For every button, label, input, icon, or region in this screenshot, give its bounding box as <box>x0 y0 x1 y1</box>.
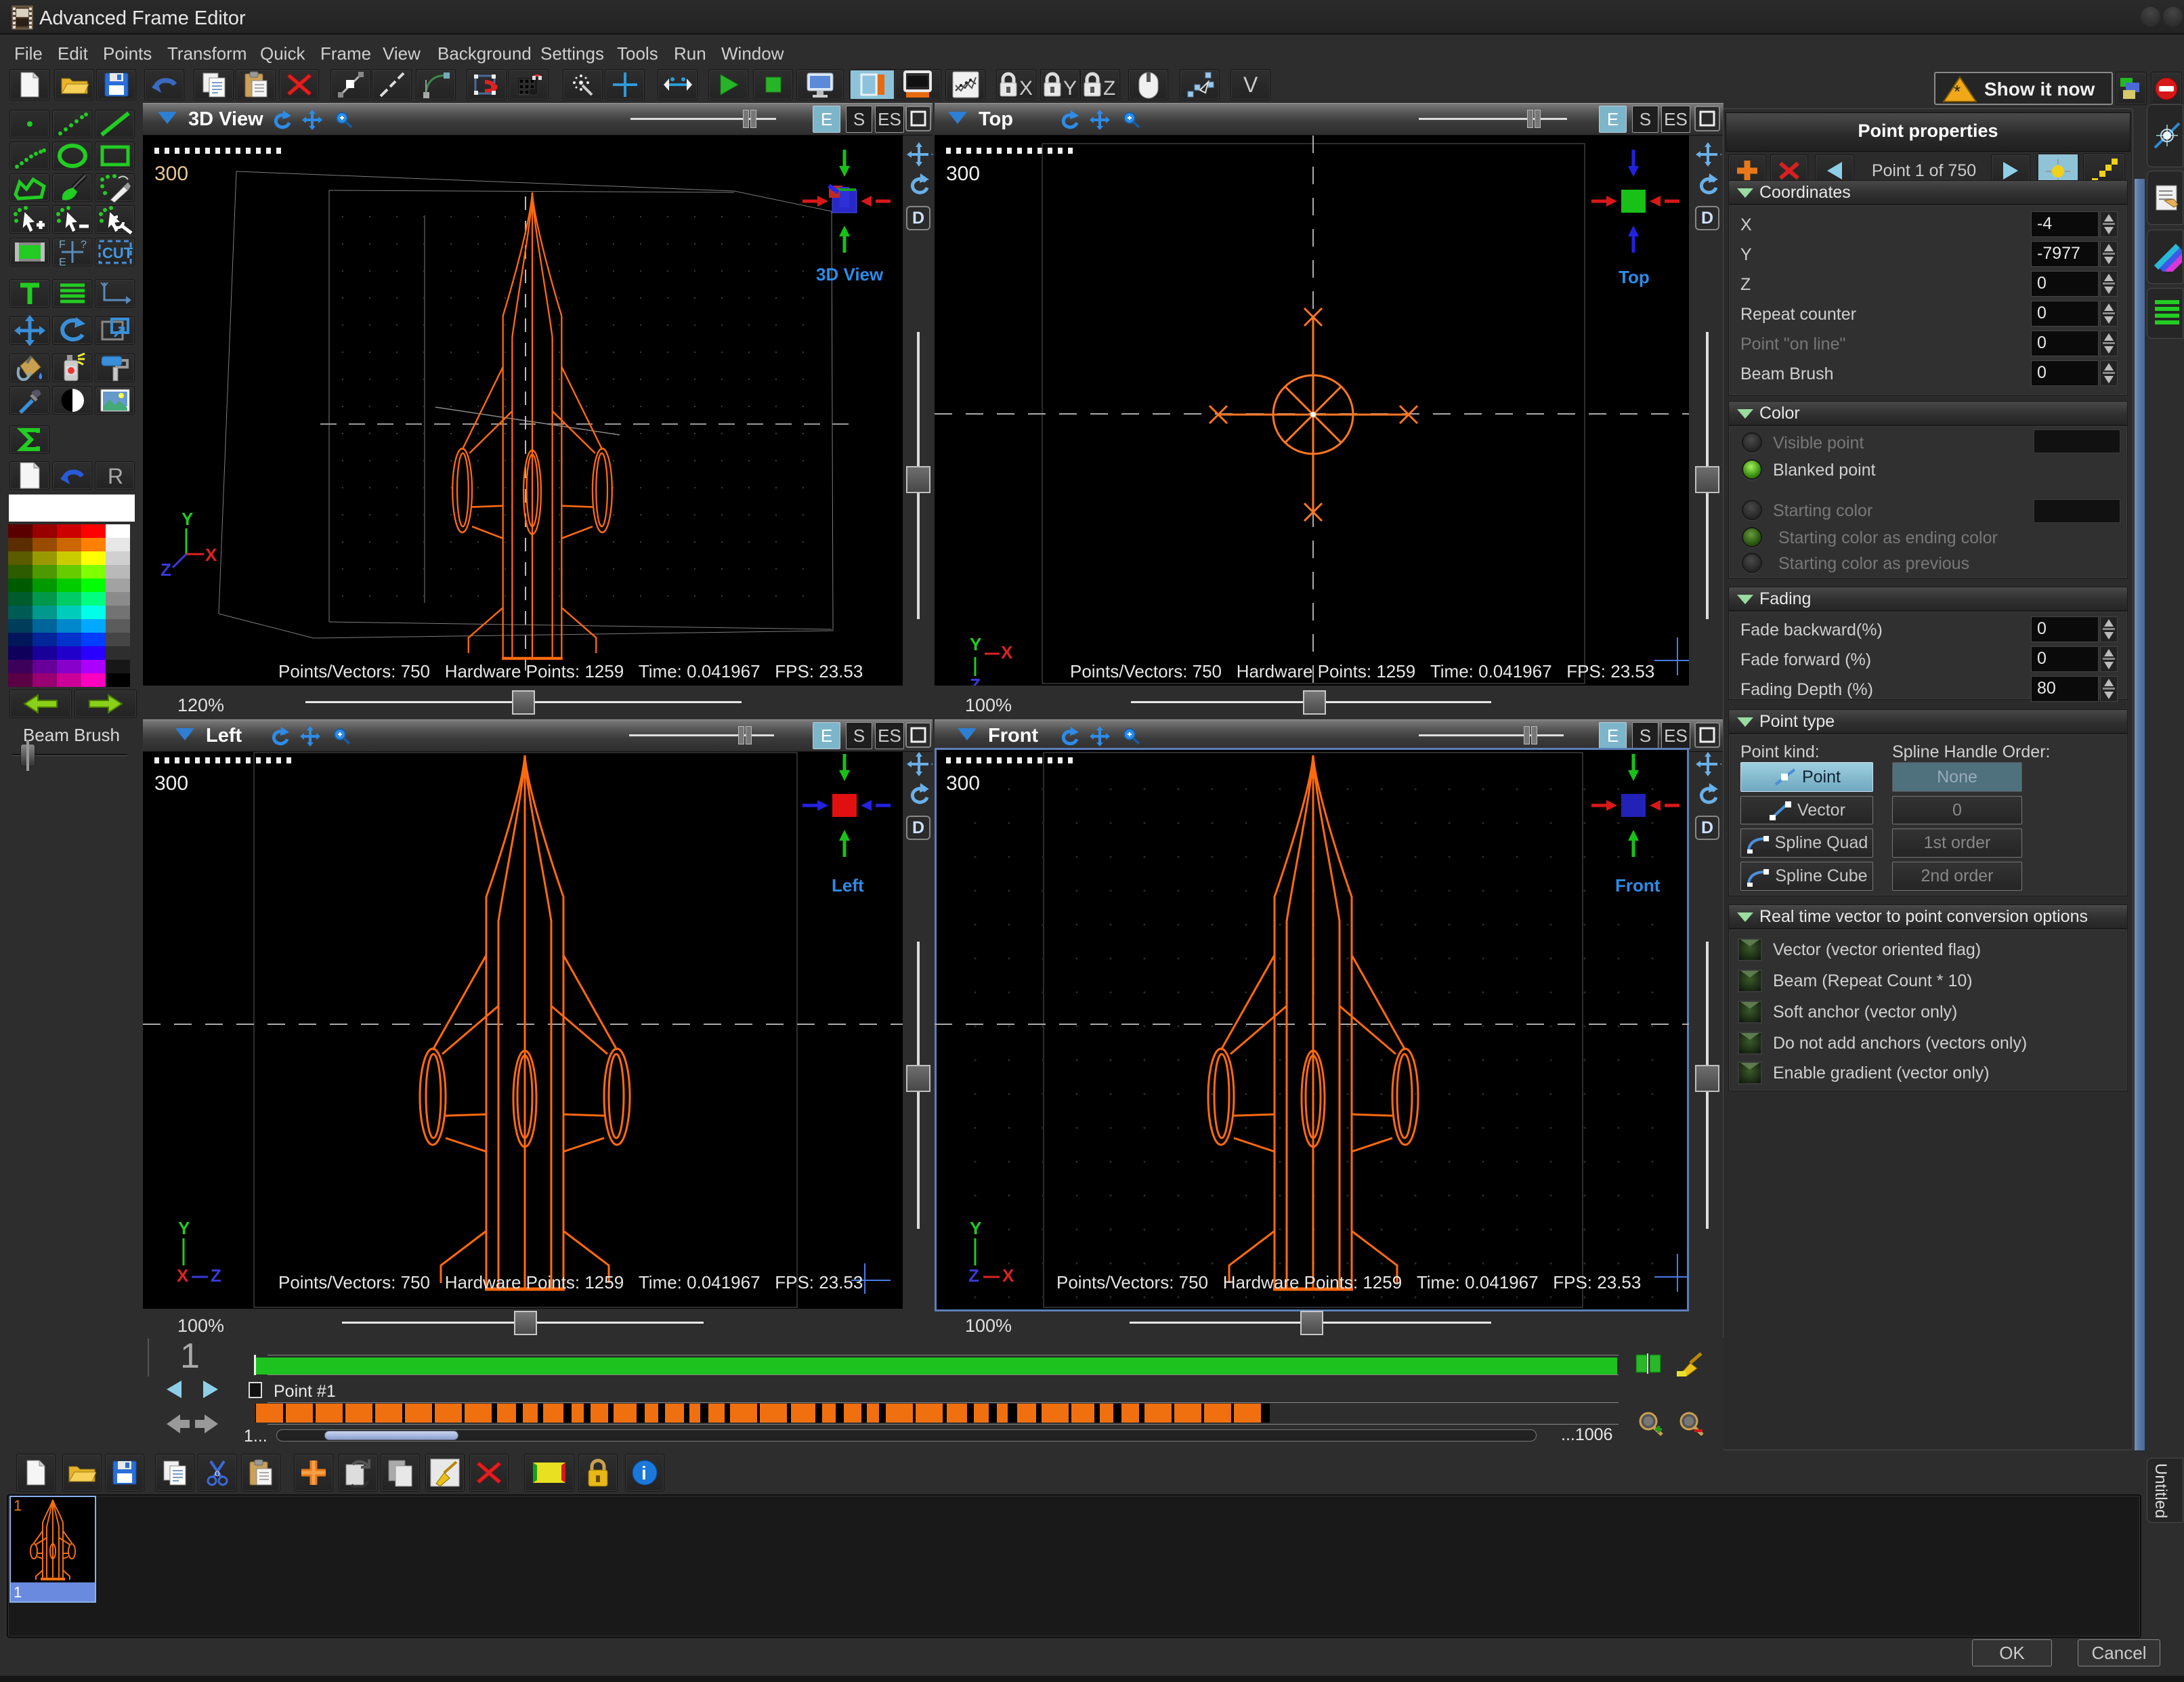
svg-text:Y: Y <box>178 1218 190 1238</box>
svg-text:X: X <box>177 1265 189 1286</box>
svg-text:o: o <box>215 1467 220 1478</box>
svg-text:Y: Y <box>970 634 981 654</box>
svg-text:Points/Vectors: 750 Hardware: Points/Vectors: 750 Hardware Points: 125… <box>1056 1272 1641 1292</box>
svg-text:Y: Y <box>1063 77 1077 99</box>
svg-text:i: i <box>641 1463 647 1484</box>
svg-text:?: ? <box>81 239 87 251</box>
svg-text:300: 300 <box>946 772 980 795</box>
svg-text:Z: Z <box>160 560 171 580</box>
svg-text:Points/Vectors: 750 Hardware: Points/Vectors: 750 Hardware Points: 125… <box>1070 661 1654 681</box>
svg-text:R: R <box>108 464 123 488</box>
svg-text:E: E <box>59 257 66 267</box>
svg-text:300: 300 <box>946 163 980 185</box>
svg-text:Points/Vectors: 750 Hardware: Points/Vectors: 750 Hardware Points: 125… <box>278 1272 863 1292</box>
svg-text:X: X <box>1019 77 1033 99</box>
svg-text:Points/Vectors: 750 Hardware: Points/Vectors: 750 Hardware Points: 125… <box>278 661 863 681</box>
svg-text:V: V <box>1243 73 1258 96</box>
svg-text:X: X <box>205 545 217 565</box>
svg-text:Z: Z <box>968 1265 979 1286</box>
svg-text:X: X <box>1001 642 1013 663</box>
svg-text:Z: Z <box>1103 77 1115 99</box>
svg-text:X: X <box>1002 1265 1014 1286</box>
svg-text:F: F <box>59 239 66 251</box>
svg-text:Z: Z <box>211 1265 221 1286</box>
svg-text:Y: Y <box>970 1218 981 1238</box>
svg-text:CUT: CUT <box>102 245 133 261</box>
svg-text:*: * <box>1954 81 1961 102</box>
svg-text:Y: Y <box>181 509 193 529</box>
svg-text:300: 300 <box>154 772 188 795</box>
svg-text:Z: Z <box>970 675 981 686</box>
svg-text:300: 300 <box>154 163 188 185</box>
